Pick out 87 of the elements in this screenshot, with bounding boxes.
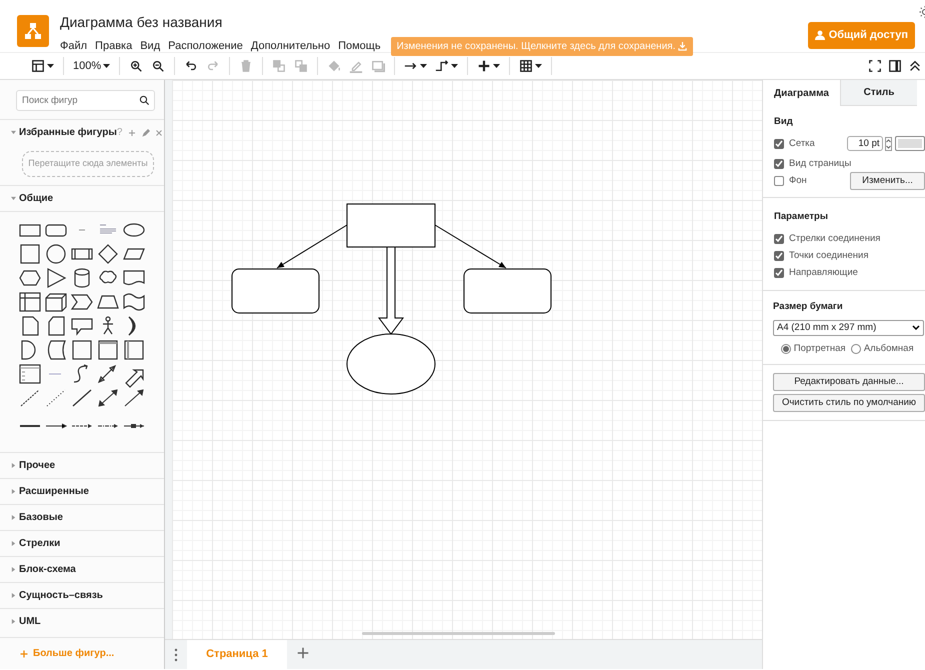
grid-color-swatch[interactable]	[895, 136, 925, 152]
caret-icon	[451, 64, 458, 68]
zoom-in-icon	[129, 59, 144, 73]
change-button[interactable]: Изменить...	[850, 172, 925, 190]
fullscreen-icon	[868, 59, 882, 73]
menu-item[interactable]: Правка	[91, 36, 136, 56]
send-backward-icon	[294, 59, 308, 73]
checkbox-label: Стрелки соединения	[789, 232, 880, 246]
checkbox[interactable]	[774, 268, 784, 278]
plus-icon	[477, 59, 492, 73]
section-title: Общие	[19, 192, 54, 206]
checkbox-label: Фон	[789, 174, 807, 188]
download-icon	[678, 42, 688, 51]
layout-panel-icon	[31, 59, 45, 73]
section-header[interactable]: Расширенные	[0, 478, 164, 504]
radio-option[interactable]: Альбомная	[851, 342, 914, 356]
zoom-out-icon	[151, 59, 166, 73]
section-title: Размер бумаги	[773, 300, 844, 314]
section-header[interactable]: Сущность–связь	[0, 582, 164, 608]
checkbox-label: Направляющие	[789, 266, 858, 280]
plus-icon	[20, 650, 28, 658]
search-icon	[139, 95, 150, 106]
search-field[interactable]: Поиск фигур	[16, 90, 155, 111]
favorites-header[interactable]: Избранные фигуры?	[0, 119, 164, 145]
document-title[interactable]: Диаграмма без названия	[60, 12, 694, 33]
section-header[interactable]: Блок-схема	[0, 556, 164, 582]
chevrons-up-icon	[908, 59, 922, 73]
checkbox[interactable]	[774, 158, 784, 169]
section-header[interactable]: Стрелки	[0, 530, 164, 556]
checkbox-label: Сетка	[789, 136, 815, 151]
bring-forward-icon	[272, 59, 286, 73]
paint-bucket-icon	[327, 59, 342, 73]
caret-icon	[47, 64, 54, 68]
pencil-icon[interactable]	[142, 128, 150, 136]
caret-icon	[420, 64, 428, 68]
section-title: Избранные фигуры	[19, 126, 117, 140]
menu-item[interactable]: Расположение	[164, 36, 247, 56]
plus-icon[interactable]	[297, 647, 309, 659]
panel-tab[interactable]: Стиль	[840, 80, 917, 106]
redo-icon	[206, 59, 220, 73]
chevron-down-icon	[912, 325, 920, 330]
trash-icon	[239, 59, 254, 73]
rectangle-shape[interactable]	[346, 204, 436, 248]
paper-size-select[interactable]: A4 (210 mm x 297 mm)	[773, 320, 924, 336]
checkbox[interactable]	[774, 251, 784, 261]
checkbox-label: Вид страницы	[789, 156, 852, 171]
section-header[interactable]: Общие	[0, 184, 164, 210]
close-icon[interactable]	[155, 128, 164, 136]
spinner-icon[interactable]	[885, 136, 892, 151]
menu-item[interactable]: Вид	[136, 36, 164, 56]
rounded-rectangle-shape[interactable]	[232, 268, 320, 314]
connector-arrow[interactable]	[276, 224, 348, 268]
action-button[interactable]: Очистить стиль по умолчанию	[773, 394, 925, 412]
elbow-connector-icon	[435, 59, 450, 73]
table-grid-icon	[519, 59, 534, 73]
connector-arrow[interactable]	[434, 224, 506, 268]
block-arrow[interactable]	[378, 246, 404, 335]
caret-icon	[493, 64, 500, 68]
section-title: Вид	[774, 115, 794, 129]
diagram-nodes-icon	[24, 22, 42, 40]
scrollbar-thumb[interactable]	[362, 632, 555, 635]
menu-item[interactable]: Помощь	[334, 36, 385, 56]
checkbox[interactable]	[774, 234, 784, 244]
rounded-rectangle-shape[interactable]	[464, 268, 552, 314]
menu-item[interactable]: Дополнительно	[246, 36, 334, 56]
pencil-icon	[349, 59, 364, 73]
caret-icon	[103, 64, 110, 68]
radio-option[interactable]: Портретная	[781, 342, 846, 356]
checkbox[interactable]	[774, 176, 784, 186]
person-icon	[814, 30, 825, 40]
section-header[interactable]: Прочее	[0, 452, 164, 478]
panel-toggle-icon	[888, 59, 902, 73]
caret-icon	[535, 64, 542, 68]
shadow-icon	[371, 59, 386, 73]
checkbox[interactable]	[774, 138, 784, 149]
plus-icon[interactable]	[128, 128, 136, 136]
menu-item[interactable]: Файл	[56, 36, 92, 56]
checkbox-label: Точки соединения	[789, 248, 868, 263]
grid-size-field[interactable]: 10 pt	[846, 136, 882, 152]
ellipse-shape[interactable]	[346, 334, 436, 394]
section-header[interactable]: Базовые	[0, 504, 164, 530]
sun-icon[interactable]	[919, 6, 925, 18]
section-header[interactable]: UML	[0, 608, 164, 634]
zoom-button[interactable]: 100%	[70, 56, 114, 76]
section-title: Параметры	[774, 210, 829, 224]
action-button[interactable]: Редактировать данные...	[773, 373, 925, 392]
undo-icon	[184, 59, 198, 73]
